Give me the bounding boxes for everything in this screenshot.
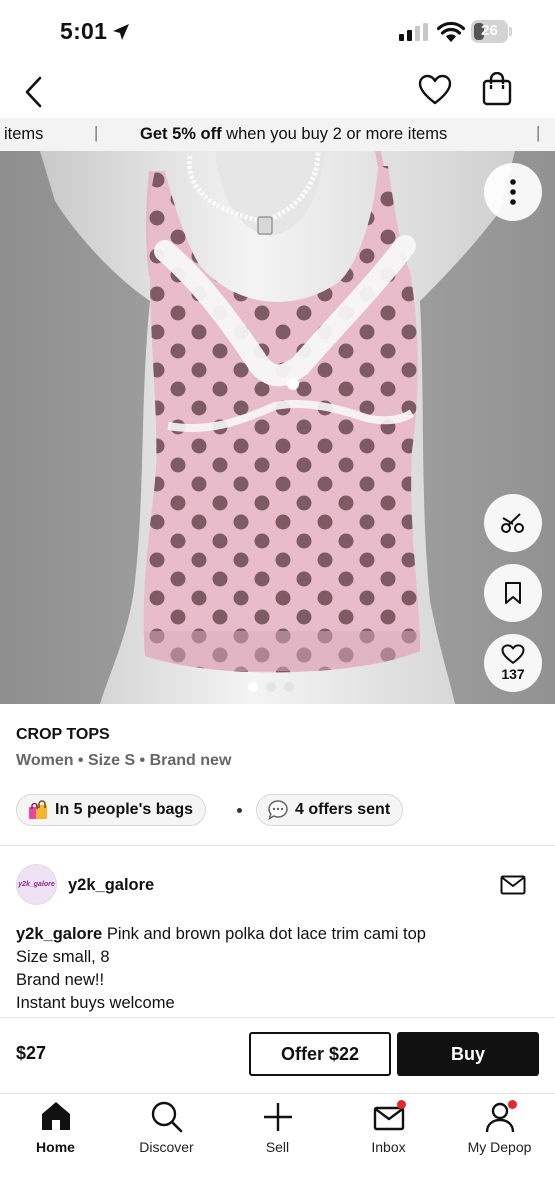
search-icon <box>151 1101 182 1133</box>
more-options-button[interactable] <box>484 163 542 221</box>
page-dot[interactable] <box>248 682 258 692</box>
promo-separator: | <box>536 124 541 142</box>
location-arrow-icon <box>113 24 129 40</box>
back-arrow-icon[interactable] <box>22 70 46 110</box>
bags-chip: In 5 people's bags <box>16 794 207 826</box>
description-line: Brand new!! <box>16 971 105 989</box>
cellular-signal-icon <box>399 23 428 41</box>
status-bar: 5:01 26 <box>0 0 555 62</box>
description-title: Pink and brown polka dot lace trim cami … <box>102 925 426 943</box>
battery-icon: 26 <box>471 20 513 43</box>
description-username[interactable]: y2k_galore <box>16 925 102 943</box>
divider <box>0 845 555 846</box>
background-remove-button[interactable] <box>484 494 542 552</box>
description-line: Size small, 8 <box>16 948 110 966</box>
save-button[interactable] <box>484 564 542 622</box>
tab-label: Sell <box>265 1139 290 1155</box>
inbox-notification-badge <box>397 1100 406 1109</box>
promo-fragment: items <box>4 125 44 143</box>
listing-category[interactable]: CROP TOPS <box>16 726 110 744</box>
plus-icon <box>263 1103 292 1131</box>
promo-body: when you buy 2 or more items <box>221 125 448 143</box>
battery-level: 26 <box>481 22 498 39</box>
listing-meta: Women • Size S • Brand new <box>16 752 232 769</box>
tab-label: Home <box>36 1139 75 1155</box>
avatar-logo-text: y2k_galore <box>18 881 55 888</box>
promo-banner[interactable]: items | Get 5% off when you buy 2 or mor… <box>0 118 555 151</box>
chip-separator <box>237 808 242 813</box>
favorite-heart-icon[interactable] <box>418 74 452 106</box>
description-line: y2k_galore Pink and brown polka dot lace… <box>16 923 541 946</box>
tab-home[interactable]: Home <box>0 1094 111 1164</box>
make-offer-button[interactable]: Offer $22 <box>249 1032 391 1076</box>
offers-chip-label: 4 offers sent <box>295 801 391 818</box>
speech-bubble-icon <box>268 800 288 821</box>
status-time: 5:01 <box>60 18 108 44</box>
listing-description: y2k_galore Pink and brown polka dot lace… <box>16 923 541 1015</box>
promo-highlight: Get 5% off <box>140 125 222 143</box>
image-pagination[interactable] <box>248 682 294 692</box>
seller-username[interactable]: y2k_galore <box>68 876 154 895</box>
price: $27 <box>16 1043 47 1063</box>
more-vertical-icon <box>510 179 516 205</box>
bookmark-icon <box>505 582 521 604</box>
header <box>0 62 555 118</box>
tab-my-depop[interactable]: My Depop <box>444 1094 555 1164</box>
wifi-icon <box>437 21 465 42</box>
heart-icon <box>501 644 525 664</box>
divider <box>0 1017 555 1018</box>
bottom-tab-bar: Home Discover Sell Inbox My Depop <box>0 1093 555 1200</box>
buy-button[interactable]: Buy <box>397 1032 539 1076</box>
promo-separator: | <box>94 124 99 142</box>
product-photo[interactable]: 137 <box>0 151 555 704</box>
bags-chip-label: In 5 people's bags <box>55 801 194 818</box>
shopping-bag-icon[interactable] <box>481 72 513 106</box>
promo-text: Get 5% off when you buy 2 or more items <box>140 125 447 144</box>
description-line: Instant buys welcome <box>16 994 175 1012</box>
scissors-icon <box>501 513 524 533</box>
tab-sell[interactable]: Sell <box>222 1094 333 1164</box>
page-dot[interactable] <box>284 682 294 692</box>
message-seller-icon[interactable] <box>500 875 526 895</box>
tab-label: My Depop <box>467 1139 532 1155</box>
seller-avatar[interactable]: y2k_galore <box>16 864 57 905</box>
shopping-bags-icon <box>29 800 47 819</box>
tab-discover[interactable]: Discover <box>111 1094 222 1164</box>
like-count: 137 <box>501 666 525 682</box>
page-dot[interactable] <box>266 682 276 692</box>
offers-chip: 4 offers sent <box>256 794 404 826</box>
product-image <box>0 151 555 704</box>
profile-notification-badge <box>508 1100 517 1109</box>
tab-label: Inbox <box>371 1139 406 1155</box>
like-button[interactable]: 137 <box>484 634 542 692</box>
tab-label: Discover <box>139 1139 194 1155</box>
home-icon <box>41 1102 70 1130</box>
tab-inbox[interactable]: Inbox <box>333 1094 444 1164</box>
